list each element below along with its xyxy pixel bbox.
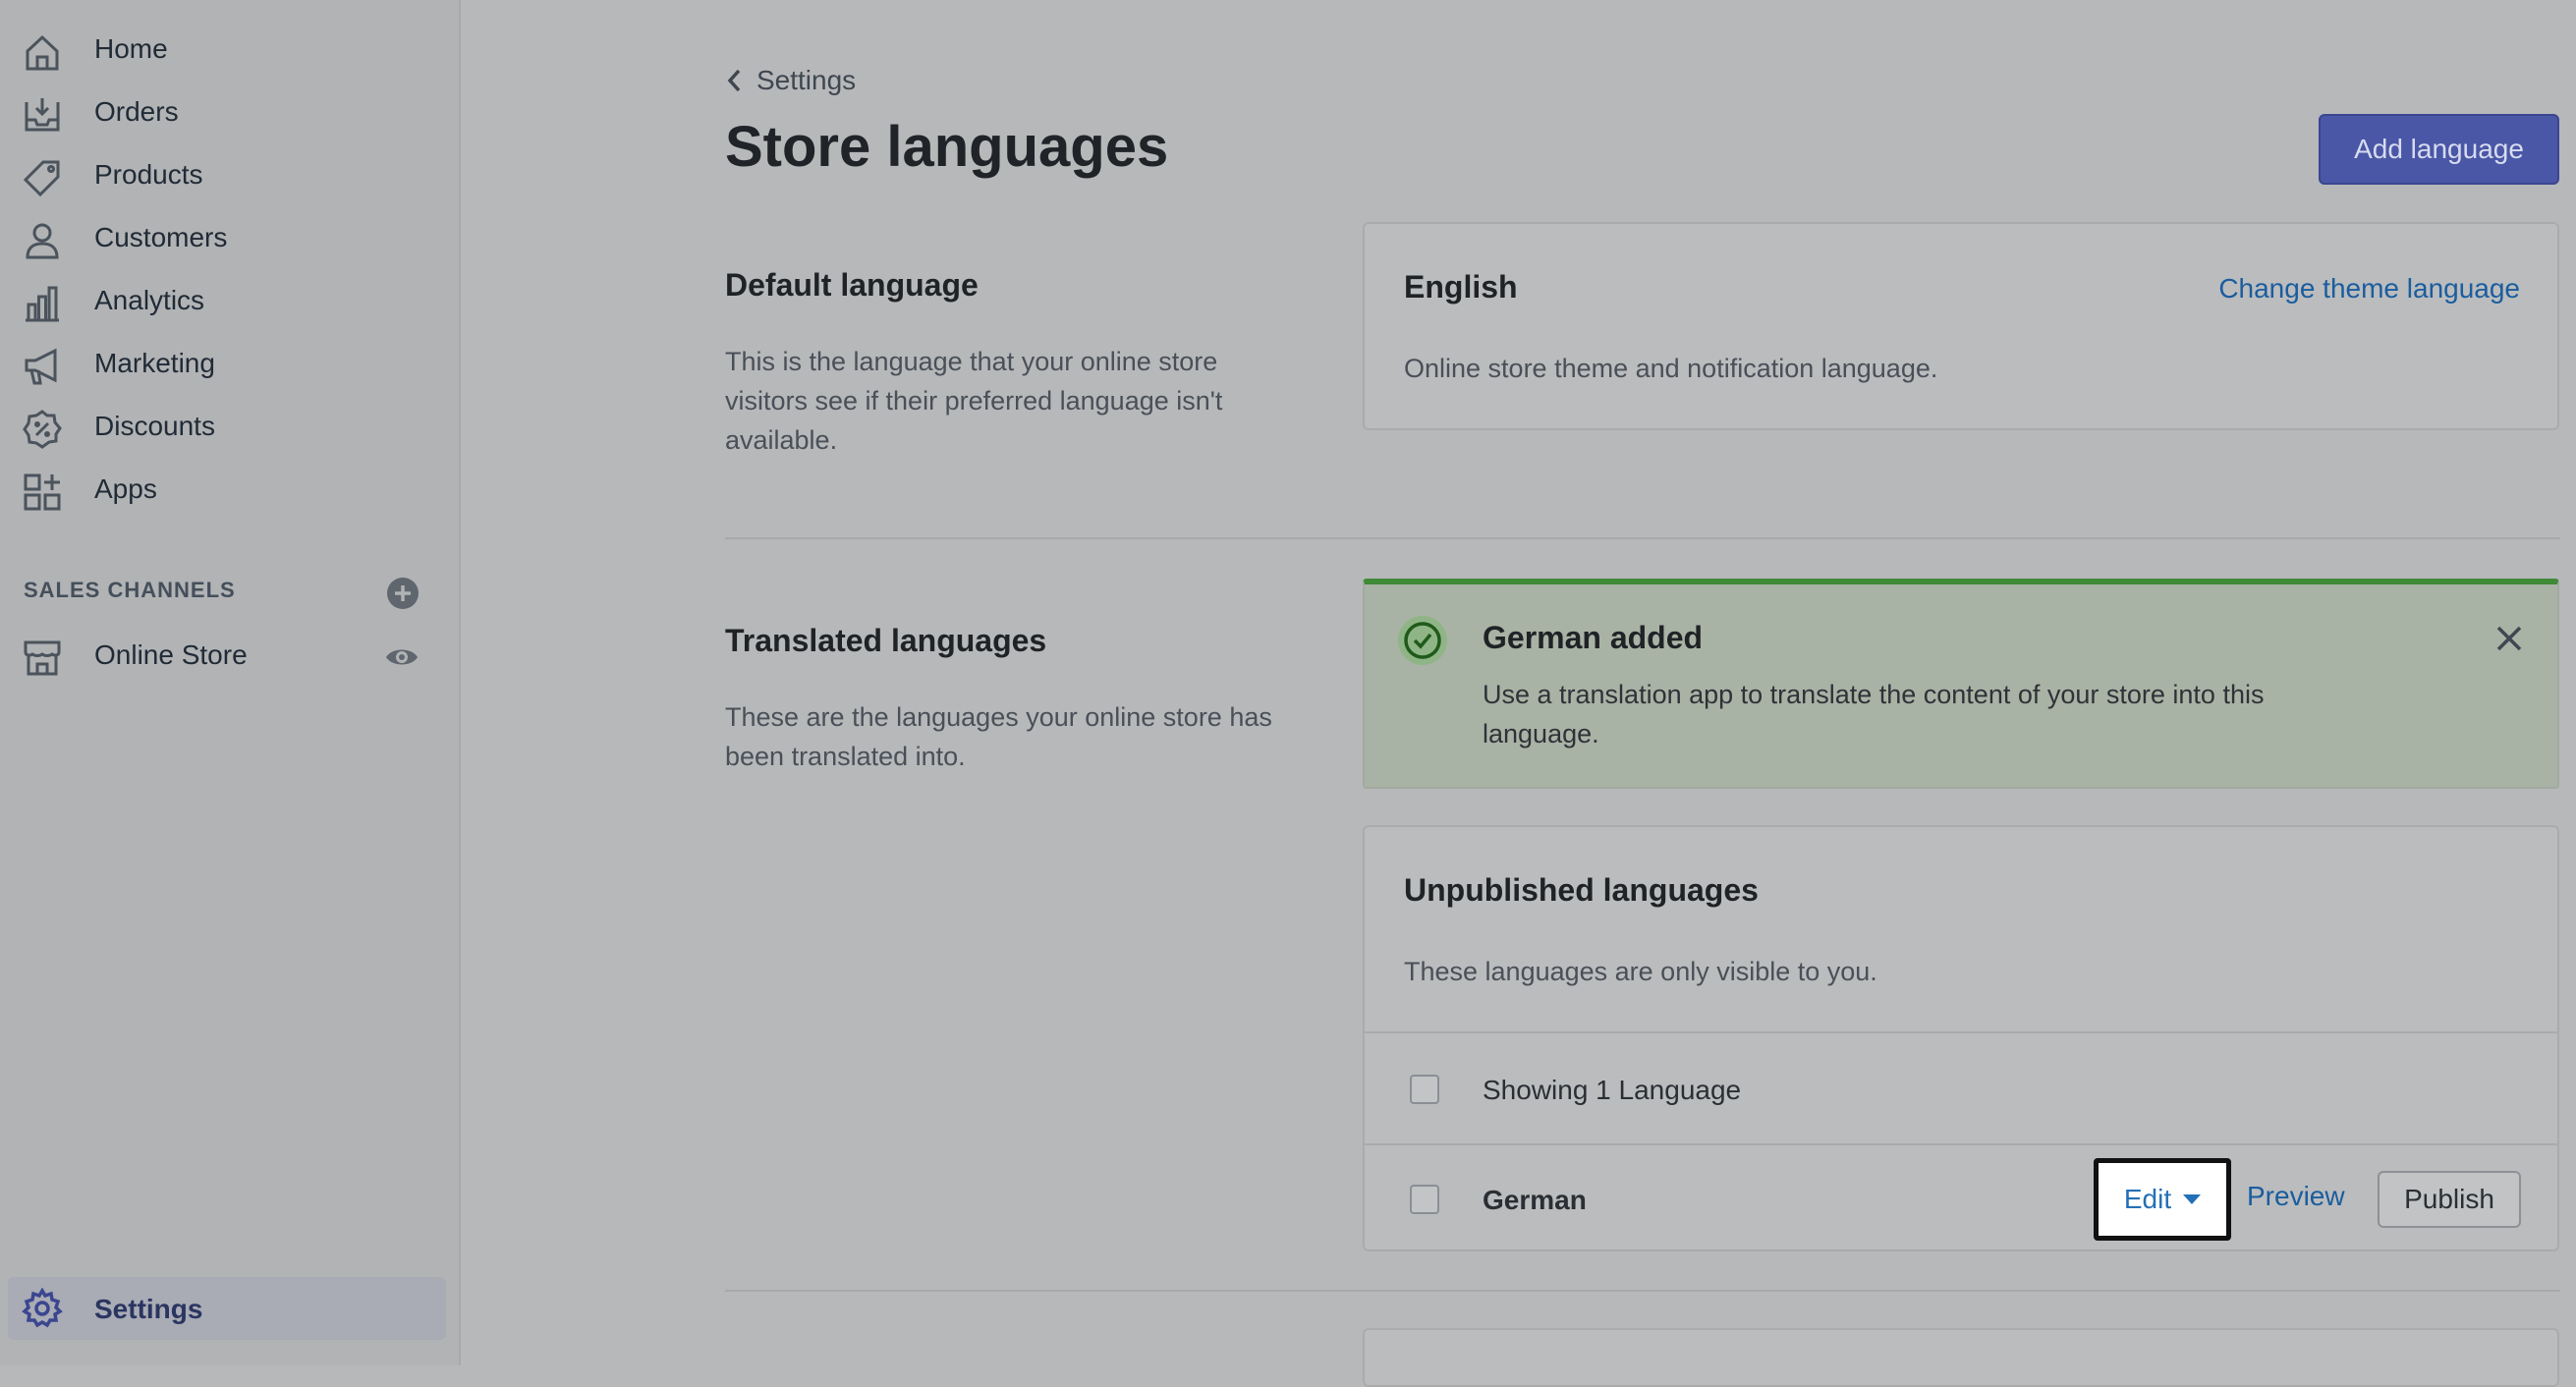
- add-language-button[interactable]: Add language: [2319, 114, 2559, 185]
- row-divider: [1365, 1031, 2557, 1033]
- language-row-checkbox[interactable]: [1410, 1185, 1439, 1214]
- sidebar-item-label: Products: [94, 159, 203, 190]
- discount-icon: [22, 409, 63, 450]
- sidebar-item-label: Settings: [94, 1294, 203, 1324]
- check-circle-icon: [1396, 614, 1449, 667]
- language-row-name: German: [1483, 1185, 1587, 1215]
- select-all-checkbox[interactable]: [1410, 1075, 1439, 1104]
- sidebar-item-orders[interactable]: Orders: [0, 81, 461, 143]
- sidebar-item-home[interactable]: Home: [0, 18, 461, 81]
- default-language-card: English Change theme language Online sto…: [1363, 222, 2559, 430]
- orders-icon: [22, 94, 63, 136]
- section-divider: [725, 537, 2560, 539]
- home-icon: [22, 31, 63, 73]
- edit-dropdown-button[interactable]: Edit: [2094, 1158, 2231, 1241]
- next-card: [1363, 1328, 2559, 1387]
- sidebar-item-label: Analytics: [94, 285, 205, 315]
- default-language-card-text: Online store theme and notification lang…: [1404, 354, 1938, 383]
- tag-icon: [22, 157, 63, 198]
- sidebar-item-analytics[interactable]: Analytics: [0, 269, 461, 332]
- banner-title: German added: [1483, 620, 1704, 655]
- section-divider: [725, 1290, 2560, 1292]
- translated-languages-description: These are the languages your online stor…: [725, 702, 1272, 771]
- megaphone-icon: [22, 346, 63, 387]
- page-title: Store languages: [725, 115, 1169, 179]
- sidebar-item-label: Home: [94, 33, 168, 64]
- sidebar-item-label: Orders: [94, 96, 179, 127]
- banner-text: Use a translation app to translate the c…: [1483, 680, 2265, 749]
- add-sales-channel-icon[interactable]: [385, 576, 420, 611]
- bar-chart-icon: [22, 283, 63, 324]
- sidebar-item-label: Apps: [94, 473, 157, 504]
- edit-label: Edit: [2123, 1184, 2172, 1214]
- translated-languages-heading: Translated languages: [725, 623, 1047, 658]
- publish-button[interactable]: Publish: [2378, 1171, 2521, 1228]
- success-banner: German added Use a translation app to tr…: [1363, 579, 2559, 789]
- sidebar-item-label: Discounts: [94, 411, 215, 441]
- gear-icon: [22, 1287, 63, 1329]
- store-icon: [22, 638, 63, 679]
- breadcrumb-label: Settings: [756, 65, 857, 95]
- sidebar-item-apps[interactable]: Apps: [0, 458, 461, 521]
- unpublished-languages-card: Unpublished languages These languages ar…: [1363, 825, 2559, 1251]
- sidebar-item-label: Customers: [94, 222, 228, 252]
- sales-channels-title: SALES CHANNELS: [24, 578, 236, 602]
- chevron-left-icon: [727, 69, 741, 92]
- sidebar-item-label: Marketing: [94, 348, 215, 378]
- showing-count-label: Showing 1 Language: [1483, 1075, 1742, 1105]
- breadcrumb[interactable]: Settings: [725, 61, 856, 100]
- sidebar: Home Orders Products Customers Analytics…: [0, 0, 461, 1365]
- preview-link[interactable]: Preview: [2247, 1181, 2345, 1212]
- default-language-name: English: [1404, 269, 1518, 305]
- sidebar-item-settings[interactable]: Settings: [8, 1277, 446, 1340]
- unpublished-languages-title: Unpublished languages: [1404, 872, 1759, 908]
- change-theme-language-link[interactable]: Change theme language: [2218, 273, 2520, 305]
- default-language-description: This is the language that your online st…: [725, 347, 1223, 455]
- row-divider: [1365, 1143, 2557, 1145]
- sidebar-item-customers[interactable]: Customers: [0, 206, 461, 269]
- default-language-heading: Default language: [725, 267, 979, 303]
- eye-icon[interactable]: [383, 639, 420, 675]
- sidebar-item-label: Online Store: [94, 639, 248, 670]
- sidebar-item-products[interactable]: Products: [0, 143, 461, 206]
- caret-down-icon: [2183, 1194, 2202, 1204]
- person-icon: [22, 220, 63, 261]
- sidebar-item-marketing[interactable]: Marketing: [0, 332, 461, 395]
- apps-icon: [22, 472, 63, 513]
- unpublished-languages-text: These languages are only visible to you.: [1404, 957, 1877, 986]
- close-icon[interactable]: [2492, 622, 2526, 655]
- sidebar-item-discounts[interactable]: Discounts: [0, 395, 461, 458]
